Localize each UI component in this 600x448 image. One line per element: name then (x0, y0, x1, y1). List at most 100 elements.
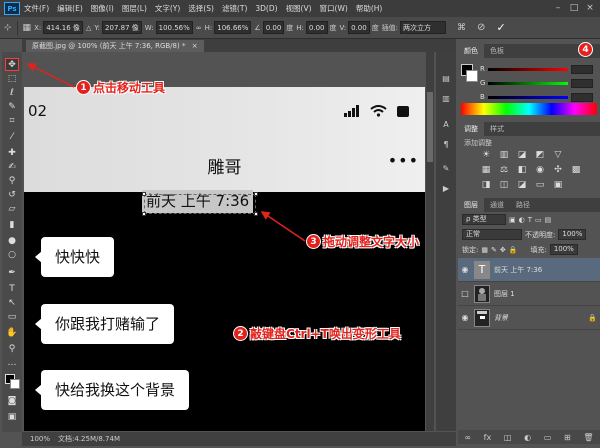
menu-type[interactable]: 文字(Y) (155, 3, 180, 14)
history-panel-icon[interactable]: ▤ (440, 72, 452, 84)
tab-paths[interactable]: 路径 (510, 198, 536, 212)
document-canvas[interactable]: 02 雕哥 ••• 前天 上午 7:36 快快快 你跟我打赌输了 快给我换这个背… (24, 87, 425, 431)
x-input[interactable]: 414.16 像 (43, 21, 83, 34)
character-panel-icon[interactable]: A (440, 118, 452, 130)
tab-styles[interactable]: 样式 (484, 122, 510, 136)
eraser-tool-icon[interactable]: ▱ (5, 202, 19, 215)
warp-mode-icon[interactable]: ⌘ (457, 23, 466, 33)
vibrance-icon[interactable]: ▽ (552, 150, 564, 160)
transform-handle[interactable] (142, 192, 146, 196)
reference-point-icon[interactable]: ▦ (23, 23, 32, 33)
menu-view[interactable]: 视图(V) (286, 3, 312, 14)
interpolation-select[interactable]: 两次立方 (400, 21, 447, 34)
hue-saturation-icon[interactable]: ▦ (480, 165, 492, 175)
gradient-tool-icon[interactable]: ▮ (5, 218, 19, 231)
hand-tool-icon[interactable]: ✋ (5, 326, 19, 339)
dodge-tool-icon[interactable]: ○ (5, 248, 19, 261)
add-mask-icon[interactable]: ◫ (504, 433, 512, 442)
layer-name[interactable]: 前天 上午 7:36 (494, 265, 600, 275)
visibility-eye-icon[interactable]: ◉ (458, 313, 472, 322)
menu-window[interactable]: 窗口(W) (320, 3, 348, 14)
link-layers-icon[interactable]: ∞ (464, 433, 471, 442)
color-balance-icon[interactable]: ⚖ (498, 165, 510, 175)
red-value[interactable] (570, 64, 593, 74)
menu-3d[interactable]: 3D(D) (255, 4, 277, 13)
green-track[interactable] (488, 81, 569, 85)
visibility-off-icon[interactable]: □ (458, 289, 472, 298)
quick-select-tool-icon[interactable]: ✎ (5, 100, 19, 113)
properties-panel-icon[interactable]: ▥ (440, 92, 452, 104)
angle-input[interactable]: 0.00 (262, 21, 285, 34)
lock-all-icon[interactable]: 🔒 (509, 246, 518, 254)
marquee-tool-icon[interactable]: ⬚ (5, 72, 19, 85)
green-value[interactable] (571, 78, 594, 88)
layer-row[interactable]: ◉ T 前天 上午 7:36 (458, 258, 600, 282)
quick-mask-icon[interactable]: ◙ (5, 394, 19, 407)
filter-smart-icon[interactable]: ▤ (545, 216, 552, 224)
clone-stamp-tool-icon[interactable]: ⚲ (5, 174, 19, 187)
move-tool-icon[interactable]: ✥ (5, 58, 19, 71)
new-group-icon[interactable]: ▭ (544, 433, 552, 442)
lasso-tool-icon[interactable]: ℓ (5, 86, 19, 99)
channel-mixer-icon[interactable]: ✣ (552, 165, 564, 175)
screen-mode-icon[interactable]: ▣ (5, 410, 19, 423)
menu-layer[interactable]: 图层(L) (122, 3, 147, 14)
layer-name[interactable]: 图层 1 (494, 289, 600, 299)
blend-mode-select[interactable]: 正常 (462, 229, 522, 240)
tab-color[interactable]: 颜色 (458, 44, 484, 58)
menu-image[interactable]: 图像(I) (91, 3, 114, 14)
invert-icon[interactable]: ◨ (480, 180, 492, 190)
paragraph-panel-icon[interactable]: ¶ (440, 138, 452, 150)
lock-transparent-icon[interactable]: ▦ (481, 246, 488, 254)
selective-color-icon[interactable]: ▣ (552, 180, 564, 190)
background-color-swatch[interactable] (10, 379, 20, 389)
black-white-icon[interactable]: ◧ (516, 165, 528, 175)
blue-value[interactable] (570, 92, 593, 102)
tab-channels[interactable]: 通道 (484, 198, 510, 212)
new-adjustment-icon[interactable]: ◐ (524, 433, 531, 442)
y-input[interactable]: 207.87 像 (102, 21, 142, 34)
blue-track[interactable] (487, 95, 568, 99)
filter-adjustment-icon[interactable]: ◐ (519, 216, 525, 224)
cancel-transform-button[interactable]: ⊘ (477, 22, 485, 33)
threshold-icon[interactable]: ◪ (516, 180, 528, 190)
red-track[interactable] (487, 67, 568, 71)
link-icon[interactable]: ∞ (196, 24, 202, 32)
levels-icon[interactable]: ▥ (498, 150, 510, 160)
fx-icon[interactable]: fx (484, 433, 492, 442)
eyedropper-tool-icon[interactable]: ⁄ (5, 130, 19, 143)
new-layer-icon[interactable]: ⊞ (564, 433, 571, 442)
document-tab[interactable]: 原截图.jpg @ 100% (前天 上午 7:36, RGB/8) * × (26, 40, 204, 52)
pen-tool-icon[interactable]: ✒ (5, 266, 19, 279)
fill-input[interactable]: 100% (549, 244, 578, 255)
background-color-chip[interactable] (466, 70, 478, 82)
red-slider[interactable]: R (480, 64, 596, 74)
close-icon[interactable]: × (584, 2, 596, 14)
menu-filter[interactable]: 滤镜(T) (222, 3, 247, 14)
minimize-icon[interactable]: – (552, 2, 564, 14)
actions-panel-icon[interactable]: ▶ (440, 182, 452, 194)
layer-row[interactable]: □ 图层 1 (458, 282, 600, 306)
transform-handle[interactable] (254, 192, 258, 196)
layer-kind-select[interactable]: ρ 类型 (462, 214, 506, 225)
tab-adjustments[interactable]: 调整 (458, 122, 484, 136)
transform-handle[interactable] (142, 212, 146, 216)
zoom-tool-icon[interactable]: ⚲ (5, 342, 19, 355)
color-lookup-icon[interactable]: ▩ (570, 165, 582, 175)
h-input[interactable]: 106.66% (214, 21, 252, 34)
menu-help[interactable]: 帮助(H) (356, 3, 383, 14)
filter-shape-icon[interactable]: ▭ (535, 216, 542, 224)
canvas-vertical-scrollbar[interactable] (426, 52, 434, 431)
photo-filter-icon[interactable]: ◉ (534, 165, 546, 175)
lock-position-icon[interactable]: ✥ (500, 246, 506, 254)
zoom-level[interactable]: 100% (30, 435, 50, 443)
blue-slider[interactable]: B (480, 92, 596, 102)
blur-tool-icon[interactable]: ● (5, 234, 19, 247)
posterize-icon[interactable]: ◫ (498, 180, 510, 190)
gradient-map-icon[interactable]: ▭ (534, 180, 546, 190)
visibility-eye-icon[interactable]: ◉ (458, 265, 472, 274)
history-brush-tool-icon[interactable]: ↺ (5, 188, 19, 201)
crop-tool-icon[interactable]: ⌗ (5, 114, 19, 127)
curves-icon[interactable]: ◪ (516, 150, 528, 160)
layer-name[interactable]: 背景 (494, 313, 588, 323)
